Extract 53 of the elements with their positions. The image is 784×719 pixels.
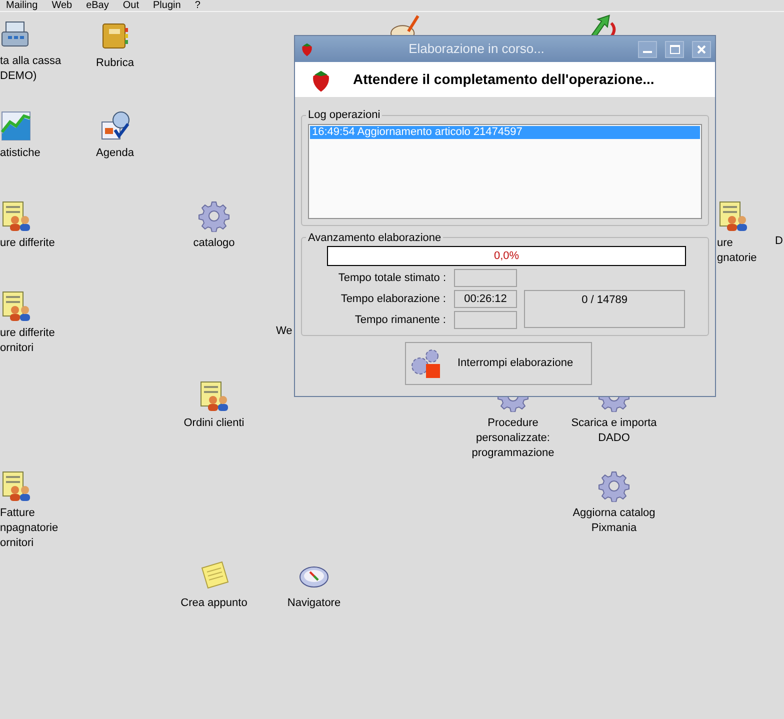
progress-percent: 0,0%	[494, 248, 520, 264]
group-legend: Log operazioni	[306, 107, 382, 124]
close-button[interactable]	[692, 40, 711, 58]
count-panel: 0 / 14789	[524, 290, 685, 328]
desktop-icon-label[interactable]: atistiche	[0, 146, 40, 161]
desktop-icon-label[interactable]: ure gnatorie	[717, 236, 757, 266]
desktop-icon-label[interactable]: D	[775, 234, 783, 249]
time-field	[454, 269, 517, 287]
maximize-button[interactable]	[665, 40, 684, 58]
desktop-icon-label[interactable]: Aggiorna catalog Pixmania	[572, 506, 656, 536]
desktop-icon-label[interactable]: ure differite	[0, 236, 55, 251]
minimize-button[interactable]	[638, 40, 657, 58]
document-people-icon	[0, 470, 32, 502]
desktop-icon-label[interactable]: Navigatore	[287, 596, 341, 611]
field-label: Tempo elaborazione :	[340, 292, 446, 307]
desktop-icon-label[interactable]: catalogo	[193, 236, 235, 251]
header-message: Attendere il completamento dell'operazione...	[353, 70, 654, 89]
gear-icon	[598, 470, 630, 502]
chart-icon	[0, 110, 32, 142]
group-legend: Avanzamento elaborazione	[306, 230, 444, 246]
menu-item[interactable]: Plugin	[153, 0, 181, 11]
desktop-icon-label[interactable]: Ordini clienti	[184, 416, 244, 431]
document-people-icon	[0, 200, 32, 232]
desktop-icon-label[interactable]: We	[276, 324, 292, 339]
desktop-icon-label[interactable]: Rubrica	[96, 56, 134, 71]
maximize-icon	[670, 44, 680, 54]
calendar-clock-icon	[99, 110, 131, 142]
field-label: Tempo rimanente :	[354, 312, 446, 328]
desktop-icon-label[interactable]: Crea appunto	[180, 596, 248, 611]
gears-stop-icon	[410, 348, 442, 380]
window-title: Elaborazione in corso...	[408, 40, 546, 58]
time-field: 00:26:12	[454, 290, 517, 308]
menu-item[interactable]: ?	[194, 0, 200, 11]
gear-icon	[198, 200, 230, 232]
menu-item[interactable]: Mailing	[6, 0, 38, 11]
desktop-icon-label[interactable]: ure differite ornitori	[0, 326, 55, 356]
menu-item[interactable]: Out	[122, 0, 139, 11]
close-icon	[697, 44, 706, 54]
minimize-icon	[643, 51, 652, 53]
desktop-icon-label[interactable]: Scarica e importa DADO	[571, 416, 657, 446]
menu-item[interactable]: Web	[52, 0, 72, 11]
desktop-icon-label[interactable]: Agenda	[96, 146, 134, 161]
desktop-icon-label[interactable]: Procedure personalizzate: programmazione	[472, 416, 554, 461]
menu-item[interactable]: eBay	[86, 0, 109, 11]
field-label: Tempo totale stimato :	[337, 270, 446, 286]
desktop-icon-label[interactable]: ta alla cassa DEMO)	[0, 54, 62, 84]
document-people-icon	[0, 290, 32, 322]
stop-processing-button[interactable]: Interrompi elaborazione	[404, 342, 592, 385]
strawberry-icon	[299, 41, 315, 57]
document-people-icon	[717, 200, 749, 232]
desktop-icon-label[interactable]: Fatture npagnatorie ornitori	[0, 506, 58, 551]
time-field	[454, 311, 517, 329]
document-people-icon	[198, 380, 230, 412]
